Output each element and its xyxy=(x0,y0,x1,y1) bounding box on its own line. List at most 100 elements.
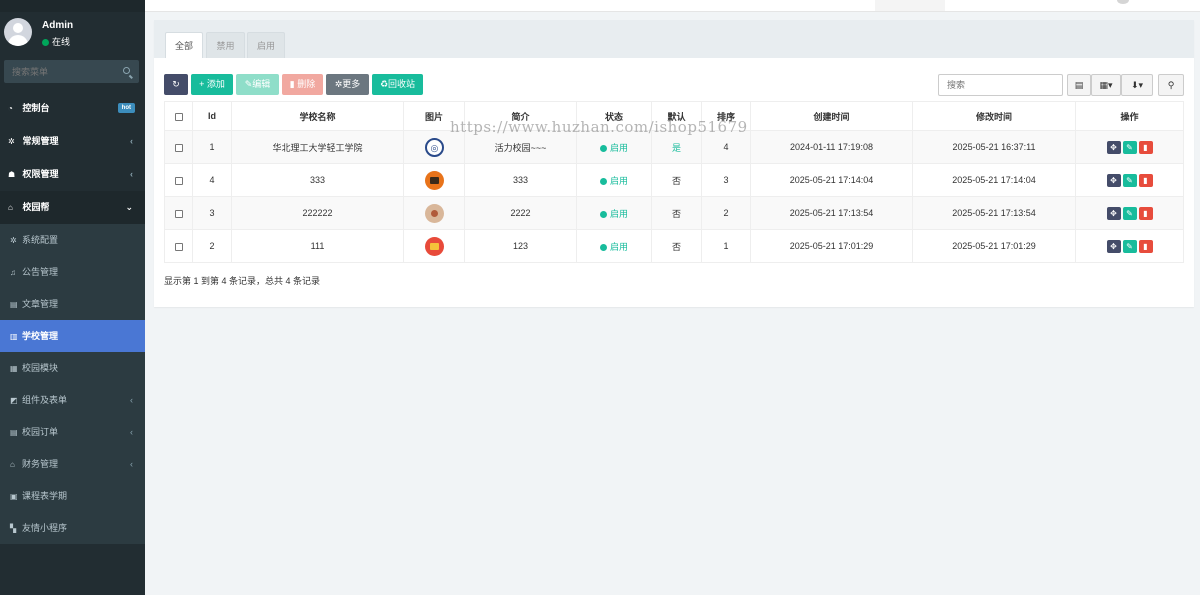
chevron-left-icon: ‹ xyxy=(130,169,133,179)
recycle-button[interactable]: ♻回收站 xyxy=(372,74,423,95)
cell-id: 3 xyxy=(192,196,232,230)
row-edit-button[interactable]: ✎ xyxy=(1122,140,1137,154)
col-sort[interactable]: 排序 xyxy=(701,101,751,131)
chevron-left-icon: ‹ xyxy=(130,136,133,146)
col-id[interactable]: Id xyxy=(192,101,232,131)
advanced-search-button[interactable]: ⚲ xyxy=(1158,74,1184,96)
select-all-checkbox[interactable] xyxy=(174,112,183,121)
sidebar-item-components[interactable]: ◩ 组件及表单 ‹ xyxy=(0,384,145,416)
sidebar-item-campus-module[interactable]: ▦ 校园模块 xyxy=(0,352,145,384)
table-row[interactable]: 3 222222 2222 启用 否 2 2025-05-21 17:13:54… xyxy=(164,196,1184,230)
refresh-button[interactable]: ↻ xyxy=(164,74,188,95)
trash-icon: ▮ xyxy=(1143,208,1148,218)
toggle-view-button[interactable]: ▤ xyxy=(1067,74,1091,96)
status-dot-icon xyxy=(599,243,607,251)
delete-button[interactable]: ▮ 删除 xyxy=(282,74,323,95)
drag-button[interactable]: ✥ xyxy=(1106,206,1121,220)
columns-button[interactable]: ▦▾ xyxy=(1091,74,1121,96)
navbar-avatar[interactable] xyxy=(1117,0,1129,4)
row-edit-button[interactable]: ✎ xyxy=(1122,173,1137,187)
row-checkbox[interactable] xyxy=(174,242,183,251)
navbar-tab[interactable] xyxy=(875,0,945,11)
row-checkbox[interactable] xyxy=(174,176,183,185)
sidebar-item-dashboard[interactable]: ◔ 控制台 hot xyxy=(0,92,145,125)
cell-default: 否 xyxy=(651,196,702,230)
refresh-icon: ↻ xyxy=(172,79,180,89)
sidebar-item-mini-program[interactable]: ▚ 友情小程序 xyxy=(0,512,145,544)
table-header-row: Id 学校名称 图片 简介 状态 默认 排序 创建时间 修改时间 操作 xyxy=(164,101,1184,131)
arrows-icon: ✥ xyxy=(1110,208,1117,218)
cogs-icon: ✲ xyxy=(8,137,15,146)
cell-default: 是 xyxy=(651,130,702,164)
search-icon[interactable] xyxy=(123,67,130,74)
avatar[interactable] xyxy=(4,18,32,46)
edit-button[interactable]: ✎编辑 xyxy=(236,74,279,95)
table-icon: ▤ xyxy=(1074,80,1084,90)
sidebar-item-auth[interactable]: ☗ 权限管理 ‹ xyxy=(0,158,145,191)
cell-status[interactable]: 启用 xyxy=(576,130,652,164)
row-delete-button[interactable]: ▮ xyxy=(1138,239,1153,253)
drag-button[interactable]: ✥ xyxy=(1106,140,1121,154)
sidebar-item-label: 校园帮 xyxy=(22,202,50,212)
cell-sort: 4 xyxy=(701,130,751,164)
export-button[interactable]: ⬇▾ xyxy=(1121,74,1153,96)
edit-button-label: 编辑 xyxy=(252,79,271,89)
sidebar: Admin 在线 ◔ 控制台 hot ✲ 常规管理 ‹ ☗ 权限管理 ‹ ⌂ 校… xyxy=(0,0,145,595)
col-image[interactable]: 图片 xyxy=(403,101,465,131)
row-edit-button[interactable]: ✎ xyxy=(1122,239,1137,253)
col-updated[interactable]: 修改时间 xyxy=(912,101,1076,131)
sidebar-item-semester[interactable]: ▣ 课程表学期 xyxy=(0,480,145,512)
col-name[interactable]: 学校名称 xyxy=(231,101,404,131)
more-button[interactable]: ✲更多 xyxy=(326,74,369,95)
row-delete-button[interactable]: ▮ xyxy=(1138,173,1153,187)
cell-sort: 2 xyxy=(701,196,751,230)
food-icon[interactable] xyxy=(424,203,444,223)
row-checkbox[interactable] xyxy=(174,143,183,152)
row-edit-button[interactable]: ✎ xyxy=(1122,206,1137,220)
school-logo-icon[interactable]: ◎ xyxy=(424,137,444,157)
row-delete-button[interactable]: ▮ xyxy=(1138,140,1153,154)
arrows-icon: ✥ xyxy=(1110,175,1117,185)
col-intro[interactable]: 简介 xyxy=(464,101,577,131)
sidebar-item-finance[interactable]: ⌂ 财务管理 ‹ xyxy=(0,448,145,480)
row-checkbox[interactable] xyxy=(174,209,183,218)
col-actions: 操作 xyxy=(1075,101,1184,131)
tab-all[interactable]: 全部 xyxy=(165,32,203,58)
row-delete-button[interactable]: ▮ xyxy=(1138,206,1153,220)
sidebar-item-campus[interactable]: ⌂ 校园帮 ⌄ xyxy=(0,191,145,224)
drag-button[interactable]: ✥ xyxy=(1106,239,1121,253)
sidebar-item-label: 校园订单 xyxy=(22,427,59,437)
users-icon: ☗ xyxy=(8,170,16,179)
pencil-icon: ✎ xyxy=(1126,175,1133,185)
add-button[interactable]: + 添加 xyxy=(191,74,233,95)
table-row[interactable]: 2 111 123 启用 否 1 2025-05-21 17:01:29 202… xyxy=(164,229,1184,263)
table-row[interactable]: 4 333 333 启用 否 3 2025-05-21 17:14:04 202… xyxy=(164,163,1184,197)
sidebar-item-notice[interactable]: ♫ 公告管理 xyxy=(0,256,145,288)
cell-status[interactable]: 启用 xyxy=(576,229,652,263)
cell-status[interactable]: 启用 xyxy=(576,196,652,230)
sidebar-search-input[interactable] xyxy=(4,60,114,83)
user-name: Admin xyxy=(42,20,74,31)
cell-intro: 123 xyxy=(464,229,577,263)
sidebar-item-system-config[interactable]: ✲ 系统配置 xyxy=(0,224,145,256)
drag-button[interactable]: ✥ xyxy=(1106,173,1121,187)
tab-enabled[interactable]: 启用 xyxy=(247,32,285,58)
table-row[interactable]: 1 华北理工大学轻工学院 ◎ 活力校园~~~ 启用 是 4 2024-01-11… xyxy=(164,130,1184,164)
table-search-input[interactable] xyxy=(939,75,1059,95)
tab-disabled[interactable]: 禁用 xyxy=(206,32,245,58)
col-default[interactable]: 默认 xyxy=(651,101,702,131)
arrows-icon: ✥ xyxy=(1110,241,1117,251)
col-created[interactable]: 创建时间 xyxy=(750,101,913,131)
main-panel: 全部 禁用 启用 ↻ + 添加 ✎编辑 ▮ 删除 ✲更多 ♻回收站 ▤ ▦▾ ⬇… xyxy=(154,20,1194,307)
gift-icon[interactable] xyxy=(424,236,444,256)
bank-icon: ⌂ xyxy=(10,460,15,469)
cell-status[interactable]: 启用 xyxy=(576,163,652,197)
shop-icon[interactable] xyxy=(424,170,444,190)
sidebar-item-label: 课程表学期 xyxy=(22,491,68,501)
sidebar-item-orders[interactable]: ▤ 校园订单 ‹ xyxy=(0,416,145,448)
sidebar-item-general[interactable]: ✲ 常规管理 ‹ xyxy=(0,125,145,158)
sidebar-item-article[interactable]: ▤ 文章管理 xyxy=(0,288,145,320)
cell-sort: 3 xyxy=(701,163,751,197)
col-status[interactable]: 状态 xyxy=(576,101,652,131)
sidebar-item-school[interactable]: ▥ 学校管理 xyxy=(0,320,145,352)
